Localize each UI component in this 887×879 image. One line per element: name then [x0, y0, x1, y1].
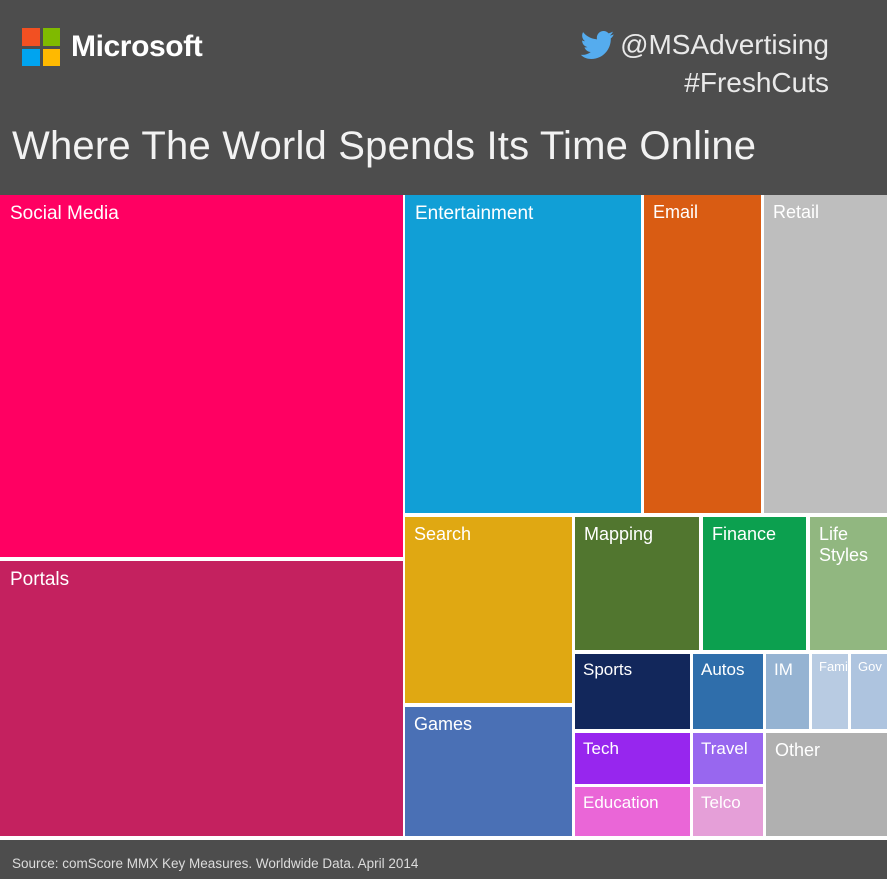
treemap-tile[interactable]: Entertainment: [405, 195, 641, 513]
red-square: [22, 28, 40, 46]
treemap-tile[interactable]: Gov: [851, 654, 887, 729]
treemap-tile-label: Life Styles: [819, 524, 869, 565]
treemap-tile[interactable]: Travel: [693, 733, 763, 784]
treemap-tile-label: Sports: [583, 660, 633, 679]
treemap-tile-label: Finance: [712, 524, 777, 544]
social-handles: @MSAdvertising #FreshCuts: [580, 26, 829, 102]
treemap-tile-label: Autos: [701, 660, 745, 679]
treemap-tile[interactable]: Education: [575, 787, 690, 836]
twitter-bird-icon: [580, 31, 614, 59]
treemap-tile[interactable]: Tech: [575, 733, 690, 784]
treemap-tile[interactable]: Other: [766, 733, 887, 836]
treemap-tile-label: Email: [653, 202, 699, 222]
footer-bar: Source: comScore MMX Key Measures. World…: [0, 840, 887, 879]
treemap-tile[interactable]: Games: [405, 707, 572, 836]
hashtag-text: #FreshCuts: [684, 67, 829, 98]
microsoft-wordmark: Microsoft: [71, 30, 203, 63]
treemap-tile[interactable]: Sports: [575, 654, 690, 729]
treemap-tile-label: Social Media: [10, 203, 119, 224]
yellow-square: [42, 48, 60, 66]
treemap-tile-label: IM: [774, 660, 793, 679]
treemap-tile-label: Portals: [10, 569, 70, 590]
twitter-handle-text: @MSAdvertising: [620, 29, 829, 60]
microsoft-logo: Microsoft: [22, 28, 203, 66]
treemap-tile[interactable]: Portals: [0, 561, 403, 836]
treemap-tile[interactable]: Mapping: [575, 517, 699, 650]
treemap-tile[interactable]: Retail: [764, 195, 887, 513]
treemap-tile-label: Telco: [701, 793, 741, 812]
treemap-tile-label: Tech: [583, 739, 619, 758]
treemap-tile[interactable]: Telco: [693, 787, 763, 836]
treemap-tile[interactable]: Email: [644, 195, 761, 513]
treemap-tile[interactable]: Autos: [693, 654, 763, 729]
treemap-tile-label: Travel: [701, 739, 748, 758]
treemap-tile[interactable]: Finance: [703, 517, 806, 650]
treemap-tile-label: Search: [414, 524, 472, 544]
treemap-tile-label: Mapping: [584, 524, 654, 544]
microsoft-logo-squares: [22, 28, 60, 66]
treemap-tile[interactable]: Search: [405, 517, 572, 703]
treemap-tile-label: Gov: [858, 659, 882, 674]
treemap-tile[interactable]: Life Styles: [810, 517, 887, 650]
source-note: Source: comScore MMX Key Measures. World…: [12, 856, 419, 871]
blue-square: [22, 48, 40, 66]
treemap-tile-label: Education: [583, 793, 659, 812]
treemap-tile-label: Other: [775, 740, 821, 760]
treemap-tile-label: Family: [819, 659, 848, 674]
treemap-tile[interactable]: IM: [766, 654, 809, 729]
treemap-tile[interactable]: Social Media: [0, 195, 403, 557]
treemap-chart: Social Media Portals Entertainment Email Ret…: [0, 195, 887, 840]
page-title: Where The World Spends Its Time Online: [12, 124, 757, 168]
green-square: [42, 28, 60, 46]
twitter-handle-row: @MSAdvertising: [580, 26, 829, 64]
treemap-tile-label: Retail: [773, 202, 820, 222]
treemap-tile-label: Games: [414, 714, 473, 734]
header-bar: Microsoft @MSAdvertising #FreshCuts Wher…: [0, 0, 887, 195]
treemap-tile-label: Entertainment: [415, 203, 534, 224]
infographic-page: Microsoft @MSAdvertising #FreshCuts Wher…: [0, 0, 887, 879]
treemap-tile[interactable]: Family: [812, 654, 848, 729]
